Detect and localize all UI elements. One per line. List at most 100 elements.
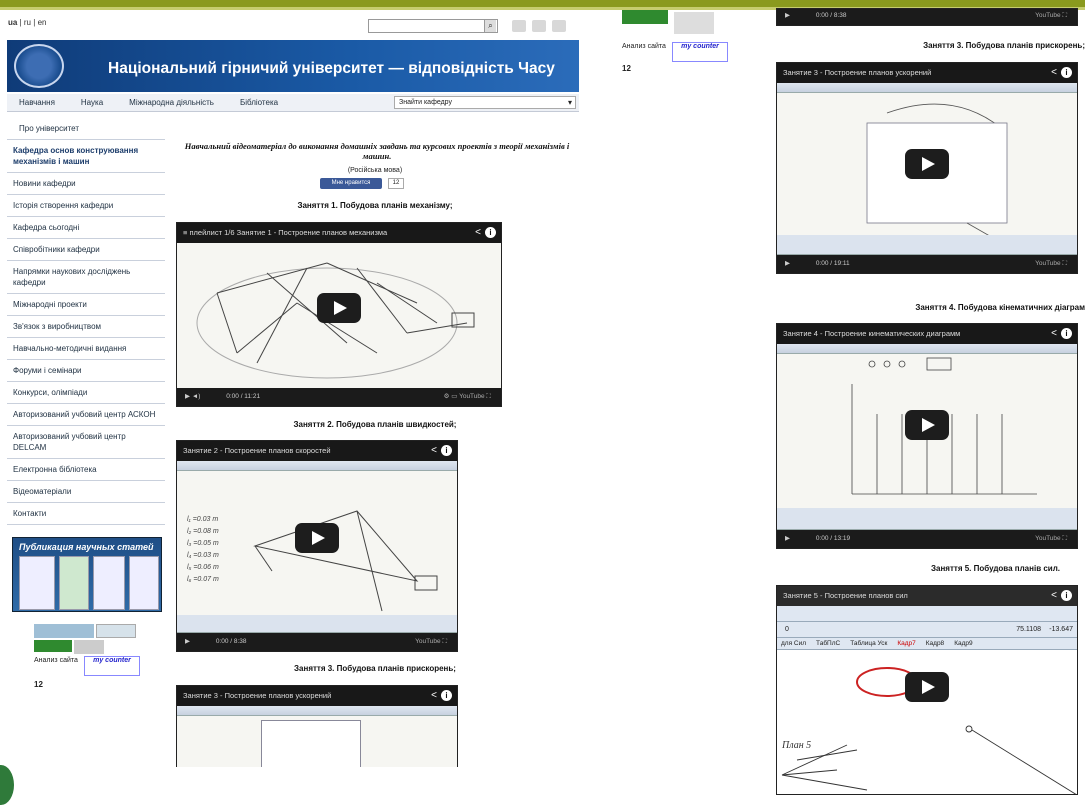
lang-link-ru[interactable]: ru [24,18,31,27]
sidebar-item-publications[interactable]: Навчально-методичні видання [7,338,165,360]
search-input[interactable] [368,19,498,33]
sidebar-item-video[interactable]: Відеоматеріали [7,481,165,503]
sheet-tab[interactable]: ТабПлС [816,638,840,649]
share-icon[interactable]: < [1051,328,1057,339]
field-value[interactable]: 75.1108 [1016,622,1041,638]
stats-counter[interactable] [74,640,104,654]
video-title[interactable]: Занятие 3 - Построение планов ускорений [783,68,931,77]
rodor-counter[interactable] [34,640,72,652]
play-button[interactable] [905,672,949,702]
info-icon[interactable]: i [1061,328,1072,339]
site-analysis-link[interactable]: Анализ сайта [622,42,672,62]
field-value[interactable]: -13.647 [1049,622,1073,638]
youtube-logo-icon[interactable]: YouTube ⛶ [415,633,447,651]
sidebar-item-history[interactable]: Історія створення кафедри [7,195,165,217]
sidebar-item-forums[interactable]: Форуми і семінари [7,360,165,382]
university-logo[interactable] [14,44,64,88]
my-counter-badge[interactable]: my counter [84,656,140,676]
video-player-top[interactable]: ▶ 0:00 / 8:38 YouTube ⛶ [776,8,1078,26]
info-icon[interactable]: i [441,445,452,456]
sidebar-item-research[interactable]: Напрямки наукових досліджень кафедри [7,261,165,294]
rodor-counter[interactable] [622,10,668,24]
play-icon[interactable]: ▶ [785,535,790,542]
mail-icon[interactable] [512,20,526,32]
playlist-icon[interactable]: ≡ [183,228,187,237]
nav-item-education[interactable]: Навчання [19,98,55,107]
video-player-lesson-2[interactable]: Занятие 2 - Построение планов скоростей … [176,440,458,652]
share-icon[interactable]: < [1051,67,1057,78]
video-player-right-lesson-5[interactable]: Занятие 5 - Построение планов сил < i 0 … [776,585,1078,795]
sheet-tab[interactable]: Кадр8 [926,638,944,649]
counter-badge[interactable] [96,624,136,638]
sidebar-item-today[interactable]: Кафедра сьогодні [7,217,165,239]
publication-banner[interactable]: Публикация научных статей [12,537,162,612]
sheet-tab[interactable]: для Сил [781,638,806,649]
video-title[interactable]: Занятие 1 - Построение планов механизма [237,228,388,237]
video-title[interactable]: Занятие 4 - Построение кинематических ди… [783,329,960,338]
share-icon[interactable]: < [431,445,437,456]
sidebar-item-staff[interactable]: Співробітники кафедри [7,239,165,261]
sidebar-item-ascon[interactable]: Авторизований учбовий центр АСКОН [7,404,165,426]
video-title[interactable]: Занятие 2 - Построение планов скоростей [183,446,331,455]
play-icon[interactable]: ▶ [785,12,790,19]
stats-counter[interactable] [674,12,714,34]
info-icon[interactable]: i [485,227,496,238]
video-title[interactable]: Занятие 5 - Построение планов сил [783,591,908,600]
sidebar-item-delcam[interactable]: Авторизований учбовий центр DELCAM [7,426,165,459]
youtube-logo-icon[interactable]: YouTube ⛶ [1035,9,1067,25]
my-counter-badge[interactable]: my counter [672,42,728,62]
play-icon[interactable]: ▶ [185,638,190,645]
site-analysis-link[interactable]: Анализ сайта [34,656,84,676]
sidebar-item-industry[interactable]: Зв'язок з виробництвом [7,316,165,338]
play-button[interactable] [295,523,339,553]
video-player-right-lesson-4[interactable]: Занятие 4 - Построение кинематических ди… [776,323,1078,549]
play-button[interactable] [317,293,361,323]
sidebar-item-elibrary[interactable]: Електронна бібліотека [7,459,165,481]
sitemap-icon[interactable] [532,20,546,32]
tic-counter[interactable]: 12 [34,680,114,692]
youtube-logo-icon[interactable]: ⚙ ▭ YouTube ⛶ [444,388,491,406]
field-value[interactable]: 0 [785,626,789,633]
nav-item-library[interactable]: Бібліотека [240,98,278,107]
like-count: 12 [388,178,404,189]
video-player-lesson-3[interactable]: Занятие 3 - Построение планов ускорений … [176,685,458,767]
nav-item-science[interactable]: Наука [81,98,103,107]
share-icon[interactable]: < [475,227,481,238]
department-select[interactable]: Знайти кафедру [394,96,576,109]
info-icon[interactable]: i [441,690,452,701]
like-button[interactable]: Мне нравится [320,178,382,189]
info-icon[interactable]: i [1061,590,1072,601]
share-icon[interactable]: < [431,690,437,701]
sidebar-item-contests[interactable]: Конкурси, олімпіади [7,382,165,404]
play-button[interactable] [905,149,949,179]
volume-icon[interactable]: ◄) [192,393,201,400]
sidebar-item-news[interactable]: Новини кафедри [7,173,165,195]
playlist-label[interactable]: плейлист [189,228,222,237]
nav-item-international[interactable]: Міжнародна діяльність [129,98,214,107]
svg-text:l₁ =0.03 m: l₁ =0.03 m [187,516,218,523]
sidebar-item-projects[interactable]: Міжнародні проекти [7,294,165,316]
sidebar-item-about[interactable]: Про університет [7,118,165,140]
info-icon[interactable]: i [1061,67,1072,78]
counter-badge[interactable] [34,624,94,638]
search-icon[interactable]: ⌕ [484,20,496,32]
home-icon[interactable] [552,20,566,32]
sheet-tab[interactable]: Кадр7 [897,638,915,649]
play-icon[interactable]: ▶ [185,393,190,400]
sheet-tab[interactable]: Таблица Уск [850,638,887,649]
play-icon[interactable]: ▶ [785,260,790,267]
tic-counter[interactable]: 12 [622,64,702,76]
video-title[interactable]: Занятие 3 - Построение планов ускорений [183,691,331,700]
lang-link-ua[interactable]: ua [8,18,17,27]
banner-page-image [19,556,55,610]
sidebar-item-department[interactable]: Кафедра основ конструювання механізмів і… [7,140,165,173]
sheet-tab[interactable]: Кадр9 [954,638,972,649]
youtube-logo-icon[interactable]: YouTube ⛶ [1035,530,1067,548]
play-button[interactable] [905,410,949,440]
youtube-logo-icon[interactable]: YouTube ⛶ [1035,255,1067,273]
lang-link-en[interactable]: en [38,18,47,27]
sidebar-item-contacts[interactable]: Контакти [7,503,165,525]
video-player-lesson-1[interactable]: ≡ плейлист 1/6 Занятие 1 - Построение пл… [176,222,502,407]
share-icon[interactable]: < [1051,590,1057,601]
video-player-right-lesson-3[interactable]: Занятие 3 - Построение планов ускорений … [776,62,1078,274]
